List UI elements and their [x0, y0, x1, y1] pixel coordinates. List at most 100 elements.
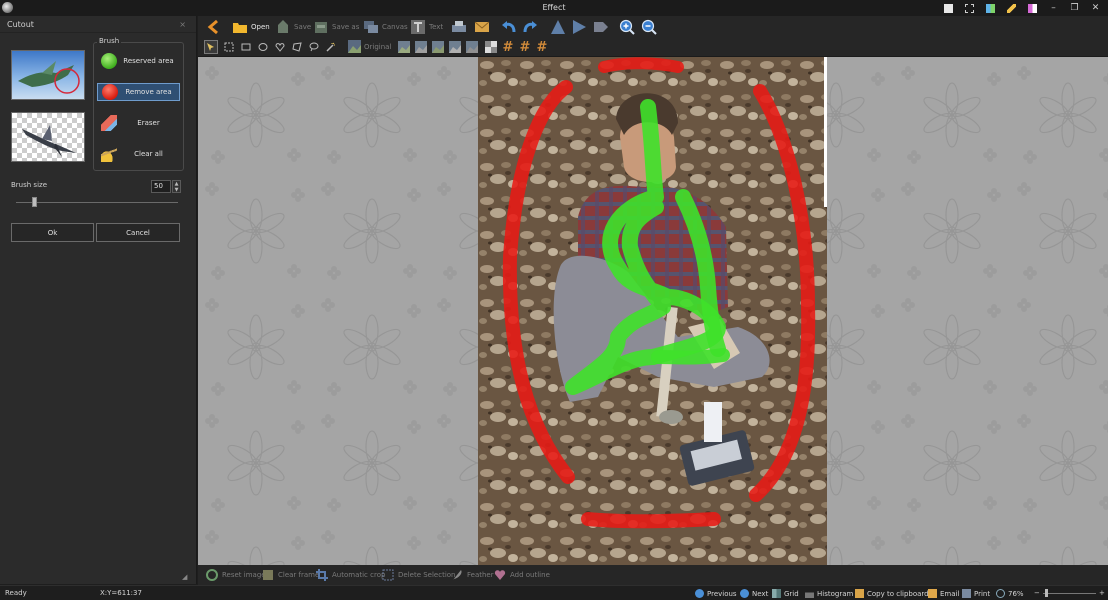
email-icon [928, 589, 937, 598]
next-icon [740, 589, 749, 598]
printer-icon [452, 20, 466, 32]
next-button[interactable]: Next [740, 589, 768, 598]
histogram-label: Histogram [817, 589, 854, 598]
effect-3-icon[interactable] [431, 40, 445, 54]
cancel-button[interactable]: Cancel [96, 223, 180, 242]
text-icon [411, 19, 425, 34]
save-as-button[interactable]: Save as [313, 18, 359, 35]
rect-select-icon[interactable] [222, 40, 236, 54]
previous-button[interactable]: Previous [695, 589, 737, 598]
rect-select-solid-icon[interactable] [239, 40, 253, 54]
panel-title: Cutout [7, 19, 34, 29]
heart-select-icon[interactable] [273, 40, 287, 54]
brush-size-slider-track[interactable] [16, 202, 178, 203]
original-button[interactable]: Original [348, 38, 391, 55]
zoom-out-button[interactable] [641, 18, 657, 35]
green-dot-icon [101, 53, 117, 69]
remove-area-label: Remove area [125, 88, 172, 96]
effect-2-icon[interactable] [414, 40, 428, 54]
redo-icon [523, 20, 537, 32]
zoom-out-status[interactable]: − [1034, 589, 1040, 597]
cutout-thumbnail[interactable] [11, 112, 85, 162]
reserved-area-option[interactable]: Reserved area [97, 52, 180, 70]
ok-button[interactable]: Ok [11, 223, 94, 242]
automatic-crop-button[interactable]: Automatic crop [316, 568, 385, 582]
flip-button[interactable] [550, 18, 566, 35]
zoom-in-status[interactable]: + [1099, 589, 1105, 597]
print-button[interactable] [451, 18, 467, 35]
redo-button[interactable] [522, 18, 538, 35]
undo-icon [502, 20, 516, 32]
back-button[interactable] [206, 18, 222, 35]
zoom-in-icon [619, 19, 635, 35]
panel-close-icon[interactable]: × [179, 20, 186, 29]
reset-image-button[interactable]: Reset image [206, 568, 266, 582]
open-label: Open [251, 22, 270, 31]
zoom-level[interactable]: 76% [996, 589, 1024, 598]
theme-icon[interactable] [1022, 1, 1043, 15]
fullscreen-icon[interactable] [959, 1, 980, 15]
remove-area-option[interactable]: Remove area [97, 83, 180, 101]
email-status-button[interactable]: Email [928, 589, 959, 598]
clear-all-option[interactable]: Clear all [97, 145, 180, 163]
eraser-option[interactable]: Eraser [97, 114, 180, 132]
histogram-button[interactable]: Histogram [805, 589, 853, 598]
lasso-select-icon[interactable] [307, 40, 321, 54]
original-label: Original [364, 42, 392, 51]
clear-frame-label: Clear frame [278, 571, 320, 579]
feather-button[interactable]: Feather [451, 568, 494, 582]
brush-size-slider-thumb[interactable] [31, 197, 37, 207]
save-as-icon [315, 21, 327, 33]
hash-grid-2-icon[interactable]: # [518, 40, 532, 55]
delete-selection-label: Delete Selection [398, 571, 456, 579]
save-button[interactable]: Save [275, 18, 311, 35]
reset-icon [206, 569, 218, 581]
resize-grip-icon[interactable]: ◢ [182, 573, 187, 581]
add-outline-button[interactable]: Add outline [494, 568, 550, 582]
grid-button[interactable]: Grid [772, 589, 799, 598]
rotate-button[interactable] [571, 18, 587, 35]
effect-1-icon[interactable] [397, 40, 411, 54]
brush-size-spinner[interactable]: ▲ ▼ [172, 180, 181, 193]
restore-icon[interactable]: ❐ [1064, 1, 1085, 15]
histogram-icon [805, 589, 814, 598]
photo-content [478, 57, 827, 565]
email-button[interactable] [474, 18, 490, 35]
copy-clipboard-label: Copy to clipboard [867, 589, 929, 598]
clear-frame-icon [263, 570, 273, 580]
effect-5-icon[interactable] [465, 40, 479, 54]
open-button[interactable]: Open [232, 18, 270, 35]
save-label: Save [294, 22, 312, 31]
print-status-button[interactable]: Print [962, 589, 990, 598]
document-icon[interactable] [938, 1, 959, 15]
tag-button[interactable] [593, 18, 609, 35]
copy-clipboard-button[interactable]: Copy to clipboard [855, 589, 929, 598]
magic-wand-icon[interactable] [324, 40, 338, 54]
save-icon [278, 19, 288, 33]
clear-frame-button[interactable]: Clear frame [262, 568, 319, 582]
effect-4-icon[interactable] [448, 40, 462, 54]
delete-selection-button[interactable]: Delete Selection [382, 568, 455, 582]
photo-image[interactable] [478, 57, 827, 565]
text-button[interactable]: Text [410, 18, 443, 35]
close-icon[interactable]: ✕ [1085, 1, 1106, 15]
zoom-in-button[interactable] [619, 18, 635, 35]
zoom-value: 76% [1008, 589, 1024, 598]
zoom-slider-track[interactable] [1043, 593, 1096, 594]
pencil-icon[interactable] [1001, 1, 1022, 15]
action-bar: Reset image Clear frame Automatic crop D… [198, 565, 1108, 585]
ellipse-select-icon[interactable] [256, 40, 270, 54]
original-thumbnail[interactable] [11, 50, 85, 100]
canvas-button[interactable]: Canvas [363, 18, 408, 35]
minimize-icon[interactable]: – [1043, 1, 1064, 15]
pointer-tool-icon[interactable] [204, 40, 218, 54]
brush-size-input[interactable]: 50 [151, 180, 171, 193]
brush-legend: Brush [97, 37, 122, 45]
layout-icon[interactable] [980, 1, 1001, 15]
zoom-slider-thumb[interactable] [1045, 589, 1048, 597]
hash-grid-3-icon[interactable]: # [535, 40, 549, 55]
transparency-grid-icon[interactable] [484, 40, 498, 54]
hash-grid-1-icon[interactable]: # [501, 40, 515, 55]
polygon-select-icon[interactable] [290, 40, 304, 54]
undo-button[interactable] [501, 18, 517, 35]
